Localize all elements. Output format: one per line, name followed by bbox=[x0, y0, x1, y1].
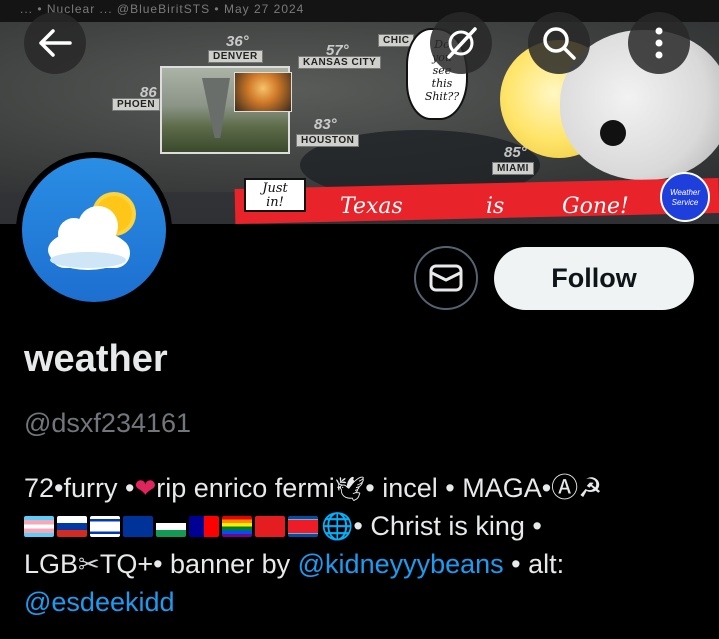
banner-city: HOUSTON bbox=[296, 134, 360, 147]
user-handle: @dsxf234161 bbox=[24, 408, 192, 438]
bio-line: @esdeekidd bbox=[24, 584, 714, 621]
tornado-funnel bbox=[202, 78, 230, 138]
band-word: Gone! bbox=[562, 194, 629, 219]
albania-flag-icon bbox=[255, 516, 285, 537]
bio-text: • Christ is king • bbox=[353, 511, 542, 541]
message-button[interactable] bbox=[414, 246, 478, 310]
palestine-flag-icon bbox=[156, 516, 186, 537]
north-korea-flag-icon bbox=[288, 516, 318, 537]
arrow-left-icon bbox=[39, 29, 72, 57]
back-button[interactable] bbox=[24, 12, 86, 74]
bio-text: • alt: bbox=[503, 549, 565, 579]
fire-photo bbox=[234, 72, 292, 112]
display-name: weather bbox=[24, 338, 168, 380]
follow-button[interactable]: Follow bbox=[494, 247, 694, 310]
bio-line-flags: 🌐• Christ is king • bbox=[24, 508, 714, 546]
transgender-flag-icon bbox=[24, 516, 54, 537]
slash-circle-icon bbox=[447, 27, 477, 59]
globe-icon: 🌐 bbox=[321, 512, 354, 542]
mention-link[interactable]: @kidneyyybeans bbox=[298, 549, 504, 579]
dove-icon: 🕊 bbox=[334, 475, 366, 503]
search-icon bbox=[543, 27, 576, 60]
israel-flag-icon bbox=[90, 516, 120, 537]
taiwan-flag-icon bbox=[189, 516, 219, 537]
grok-button[interactable] bbox=[430, 12, 492, 74]
banner-city: KANSAS CITY bbox=[298, 56, 382, 69]
rainbow-flag-icon bbox=[222, 516, 252, 537]
bio-line: 72•furry •❤rip enrico fermi🕊• incel • MA… bbox=[24, 470, 714, 508]
banner-city: PHOEN bbox=[112, 98, 161, 111]
bio-text: • incel • MAGA•Ⓐ☭ bbox=[365, 473, 603, 503]
russia-flag-icon bbox=[57, 516, 87, 537]
just-in-label: Just in! bbox=[244, 178, 306, 212]
cloud-character-eye bbox=[600, 120, 626, 146]
banner-temp: 83° bbox=[314, 116, 337, 133]
banner-top-strip: ... • Nuclear ... @BlueBiritSTS • May 27… bbox=[0, 0, 719, 22]
banner-temp: 36° bbox=[226, 33, 249, 50]
more-button[interactable] bbox=[628, 12, 690, 74]
bio-text: LGB bbox=[24, 549, 79, 579]
envelope-icon bbox=[429, 264, 463, 292]
bio-text: rip enrico fermi bbox=[156, 473, 335, 503]
bio-text: TQ+• banner by bbox=[99, 549, 298, 579]
bio-text: 72•furry • bbox=[24, 473, 135, 503]
scissors-icon: ✂ bbox=[78, 550, 100, 580]
banner-city: DENVER bbox=[208, 50, 263, 63]
bio-line: LGB✂TQ+• banner by @kidneyyybeans • alt: bbox=[24, 546, 714, 584]
avatar-image bbox=[22, 158, 166, 302]
avatar[interactable] bbox=[16, 152, 172, 308]
bio: 72•furry •❤rip enrico fermi🕊• incel • MA… bbox=[24, 470, 714, 621]
band-word: Texas bbox=[340, 194, 403, 219]
mention-link[interactable]: @esdeekidd bbox=[24, 587, 175, 617]
vertical-dots-icon bbox=[655, 27, 663, 59]
search-button[interactable] bbox=[528, 12, 590, 74]
banner-city: MIAMI bbox=[492, 162, 534, 175]
band-word: is bbox=[486, 194, 505, 219]
weather-service-badge: Weather Service bbox=[660, 172, 710, 222]
eu-flag-icon bbox=[123, 516, 153, 537]
broken-heart-icon: ❤ bbox=[134, 474, 157, 504]
sun-behind-cloud-icon bbox=[48, 192, 136, 270]
